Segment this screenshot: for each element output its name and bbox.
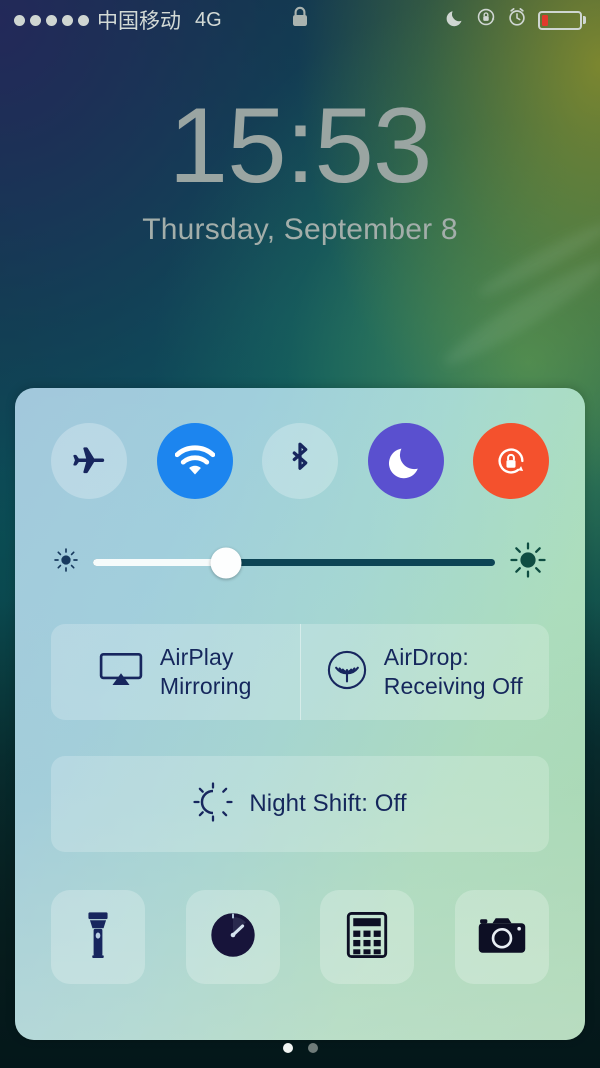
rotation-lock-icon xyxy=(491,441,531,481)
control-center-panel: AirPlay Mirroring AirDrop: Receiving Off… xyxy=(15,388,585,1040)
timer-button[interactable] xyxy=(185,890,280,984)
airplane-mode-toggle[interactable] xyxy=(51,423,127,499)
brightness-fill xyxy=(93,559,226,566)
airdrop-label: AirDrop: Receiving Off xyxy=(384,643,523,701)
page-dot-active[interactable] xyxy=(282,1043,293,1053)
carrier-label: 中国移动 xyxy=(97,10,181,33)
shortcut-row xyxy=(51,890,549,984)
status-bar-right xyxy=(446,7,586,33)
wifi-toggle[interactable] xyxy=(156,423,233,499)
camera-icon xyxy=(477,915,527,960)
alarm-clock-icon xyxy=(507,7,527,33)
brightness-knob[interactable] xyxy=(210,547,242,578)
night-shift-button[interactable]: Night Shift: Off xyxy=(51,756,549,852)
calculator-icon xyxy=(346,911,388,964)
airplane-icon xyxy=(70,442,108,480)
lock-screen-clock: 15:53 Thursday, September 8 xyxy=(0,92,600,247)
clock-date: Thursday, September 8 xyxy=(142,213,458,246)
moon-icon xyxy=(446,7,465,33)
brightness-track[interactable] xyxy=(93,547,495,578)
airdrop-icon xyxy=(327,650,367,695)
sun-large-icon xyxy=(509,541,547,584)
night-shift-icon xyxy=(193,781,233,827)
rotation-lock-toggle[interactable] xyxy=(473,423,549,499)
flashlight-icon xyxy=(76,910,120,965)
airplay-icon xyxy=(99,652,143,693)
airdrop-line1: AirDrop: xyxy=(383,644,469,671)
lock-icon xyxy=(290,5,310,35)
flashlight-button[interactable] xyxy=(51,890,145,984)
toggle-row xyxy=(51,388,549,499)
signal-strength-dots xyxy=(14,14,89,26)
airplay-mirroring-button[interactable]: AirPlay Mirroring xyxy=(51,624,300,720)
airdrop-line2: Receiving Off xyxy=(383,673,523,699)
airplay-label: AirPlay Mirroring xyxy=(160,643,252,701)
night-shift-label: Night Shift: Off xyxy=(249,790,407,817)
page-indicator xyxy=(0,1043,600,1053)
status-bar-left: 中国移动 4G xyxy=(14,5,222,35)
airdrop-button[interactable]: AirDrop: Receiving Off xyxy=(299,624,550,720)
do-not-disturb-toggle[interactable] xyxy=(367,423,444,499)
airplay-line1: AirPlay xyxy=(159,644,234,671)
rotation-lock-icon xyxy=(476,7,496,33)
network-type-label: 4G xyxy=(195,8,222,31)
timer-icon xyxy=(209,911,257,964)
wifi-icon xyxy=(174,445,215,477)
bluetooth-toggle[interactable] xyxy=(262,423,338,499)
camera-button[interactable] xyxy=(454,890,549,984)
battery-indicator xyxy=(537,10,586,30)
calculator-button[interactable] xyxy=(320,890,415,984)
status-bar: 中国移动 4G xyxy=(0,0,600,40)
moon-icon xyxy=(388,442,424,480)
bluetooth-icon xyxy=(287,441,313,481)
airplay-line2: Mirroring xyxy=(159,673,252,699)
page-dot-inactive[interactable] xyxy=(307,1043,318,1053)
clock-time: 15:53 xyxy=(168,85,433,205)
sun-small-icon xyxy=(53,547,79,578)
brightness-slider-row xyxy=(51,541,549,584)
media-row: AirPlay Mirroring AirDrop: Receiving Off xyxy=(51,624,549,720)
